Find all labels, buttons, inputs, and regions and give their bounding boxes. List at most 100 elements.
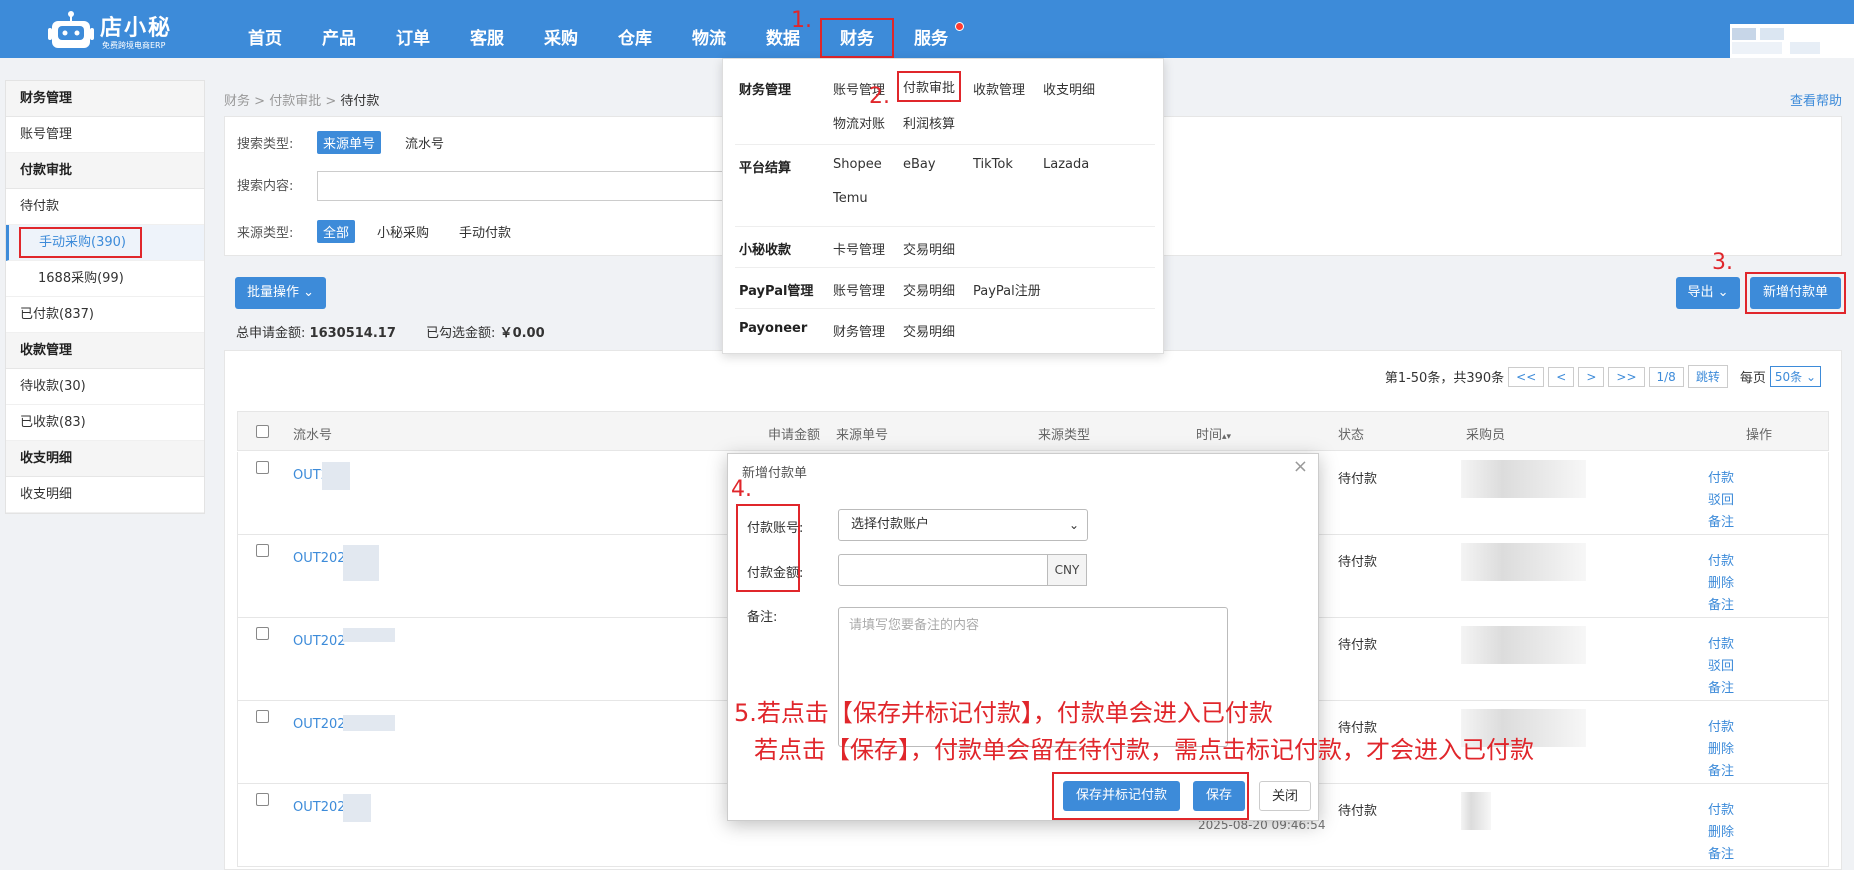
dd-link-profit[interactable]: 利润核算 xyxy=(903,113,955,132)
row-serial[interactable]: OUT202 xyxy=(293,634,346,649)
reject-link[interactable]: 驳回 xyxy=(1708,656,1734,678)
row-serial[interactable]: OUT202 xyxy=(293,800,346,815)
annotation-step1: 1. xyxy=(791,8,812,33)
user-account-area[interactable] xyxy=(1730,24,1854,58)
close-button[interactable]: 关闭 xyxy=(1259,781,1311,811)
sidebar-item-paid[interactable]: 已付款(837) xyxy=(6,297,204,333)
dd-link-tiktok[interactable]: TikTok xyxy=(973,157,1013,172)
sidebar-item-manual-purchase[interactable]: 手动采购(390) xyxy=(6,225,204,261)
new-payment-button[interactable]: 新增付款单 xyxy=(1750,277,1841,309)
nav-home[interactable]: 首页 xyxy=(228,0,302,58)
breadcrumb-approval[interactable]: 付款审批 xyxy=(269,94,321,109)
nav-customer-service[interactable]: 客服 xyxy=(450,0,524,58)
nav-products[interactable]: 产品 xyxy=(302,0,376,58)
sidebar-item-manual-purchase-label: 手动采购(390) xyxy=(19,227,142,258)
pay-link[interactable]: 付款 xyxy=(1708,468,1734,490)
sidebar-item-to-receive[interactable]: 待收款(30) xyxy=(6,369,204,405)
dd-link-logistics-recon[interactable]: 物流对账 xyxy=(833,113,885,132)
dd-link-detail[interactable]: 收支明细 xyxy=(1043,79,1095,98)
nav-warehouse[interactable]: 仓库 xyxy=(598,0,672,58)
save-button[interactable]: 保存 xyxy=(1193,781,1245,811)
th-source-no: 来源单号 xyxy=(836,428,889,443)
row-checkbox[interactable] xyxy=(256,710,269,723)
help-link[interactable]: 查看帮助 xyxy=(1790,90,1842,109)
search-input[interactable] xyxy=(317,171,737,201)
delete-link[interactable]: 删除 xyxy=(1708,739,1734,761)
dd-group-platform: 平台结算 Shopee eBay TikTok Lazada Temu xyxy=(735,145,1155,227)
pay-link[interactable]: 付款 xyxy=(1708,634,1734,656)
pager-last[interactable]: >> xyxy=(1608,366,1645,387)
export-button[interactable]: 导出 ⌄ xyxy=(1676,277,1740,309)
dd-link-paypal-transactions[interactable]: 交易明细 xyxy=(903,280,955,299)
batch-operation-label: 批量操作 xyxy=(246,285,299,300)
dd-link-payoneer-finance[interactable]: 财务管理 xyxy=(833,321,885,340)
row-checkbox[interactable] xyxy=(256,544,269,557)
amount-input[interactable] xyxy=(838,554,1048,586)
row-checkbox[interactable] xyxy=(256,461,269,474)
dd-link-paypal-register[interactable]: PayPal注册 xyxy=(973,280,1041,299)
close-icon[interactable]: × xyxy=(1293,456,1308,477)
save-and-mark-button[interactable]: 保存并标记付款 xyxy=(1063,781,1180,811)
source-type-all[interactable]: 全部 xyxy=(317,220,356,243)
breadcrumb-sep: > xyxy=(325,94,337,109)
note-link[interactable]: 备注 xyxy=(1708,844,1734,866)
sidebar-item-account[interactable]: 账号管理 xyxy=(6,117,204,153)
sidebar-item-received[interactable]: 已收款(83) xyxy=(6,405,204,441)
per-page-select[interactable]: 50条 ⌄ xyxy=(1769,366,1821,387)
row-checkbox[interactable] xyxy=(256,793,269,806)
dd-link-ebay[interactable]: eBay xyxy=(903,157,936,172)
account-select[interactable]: 选择付款账户 ⌄ xyxy=(838,509,1088,541)
nav-purchase[interactable]: 采购 xyxy=(524,0,598,58)
pay-link[interactable]: 付款 xyxy=(1708,800,1734,822)
dd-link-card[interactable]: 卡号管理 xyxy=(833,239,885,258)
sidebar-item-1688-purchase[interactable]: 1688采购(99) xyxy=(6,261,204,297)
search-type-serial[interactable]: 流水号 xyxy=(405,133,444,152)
note-link[interactable]: 备注 xyxy=(1708,512,1734,534)
annotation-step5a: 5.若点击【保存并标记付款】，付款单会进入已付款 xyxy=(734,699,1273,727)
chevron-down-icon: ⌄ xyxy=(1068,518,1079,532)
nav-service[interactable]: 服务 xyxy=(894,0,968,58)
delete-link[interactable]: 删除 xyxy=(1708,822,1734,844)
pager-jump[interactable]: 跳转 xyxy=(1687,365,1728,388)
source-type-manual[interactable]: 手动付款 xyxy=(459,222,511,241)
select-all-checkbox[interactable] xyxy=(256,425,269,438)
pager-next[interactable]: > xyxy=(1578,366,1605,387)
nav-logistics[interactable]: 物流 xyxy=(672,0,746,58)
dd-link-paypal-account[interactable]: 账号管理 xyxy=(833,280,885,299)
search-type-source-no[interactable]: 来源单号 xyxy=(317,131,382,154)
amount-label: 付款金额: xyxy=(747,566,804,581)
reject-link[interactable]: 驳回 xyxy=(1708,490,1734,512)
pager-prev[interactable]: < xyxy=(1548,366,1575,387)
batch-operation-button[interactable]: 批量操作 ⌄ xyxy=(235,277,326,309)
pay-link[interactable]: 付款 xyxy=(1708,717,1734,739)
note-link[interactable]: 备注 xyxy=(1708,761,1734,783)
row-checkbox[interactable] xyxy=(256,627,269,640)
th-time[interactable]: 时间▴▾ xyxy=(1196,424,1231,443)
row-ops: 付款 删除 备注 xyxy=(1708,800,1734,866)
row-serial[interactable]: OUT202 xyxy=(293,717,346,732)
dd-link-receipt[interactable]: 收款管理 xyxy=(973,79,1025,98)
per-page-label: 每页 xyxy=(1739,371,1766,386)
row-ops: 付款 驳回 备注 xyxy=(1708,634,1734,700)
source-type-xiaomi[interactable]: 小秘采购 xyxy=(377,222,429,241)
pager-first[interactable]: << xyxy=(1508,366,1545,387)
breadcrumb-finance[interactable]: 财务 xyxy=(224,94,250,109)
sidebar-item-detail[interactable]: 收支明细 xyxy=(6,477,204,513)
dd-link-payoneer-transactions[interactable]: 交易明细 xyxy=(903,321,955,340)
nav-finance[interactable]: 财务 xyxy=(820,18,894,58)
dd-link-transactions[interactable]: 交易明细 xyxy=(903,239,955,258)
dd-title: PayPal管理 xyxy=(739,284,814,299)
logo-name: 店小秘 xyxy=(100,16,173,41)
dd-link-shopee[interactable]: Shopee xyxy=(833,157,882,172)
delete-link[interactable]: 删除 xyxy=(1708,573,1734,595)
row-serial[interactable]: OUT202 xyxy=(293,551,346,566)
logo[interactable]: 店小秘 免费跨境电商ERP xyxy=(48,6,198,52)
note-link[interactable]: 备注 xyxy=(1708,595,1734,617)
dd-link-payment-approval[interactable]: 付款审批 xyxy=(897,71,962,102)
dd-link-temu[interactable]: Temu xyxy=(833,191,868,206)
nav-orders[interactable]: 订单 xyxy=(376,0,450,58)
pay-link[interactable]: 付款 xyxy=(1708,551,1734,573)
sidebar-item-pending[interactable]: 待付款 xyxy=(6,189,204,225)
dd-link-lazada[interactable]: Lazada xyxy=(1043,157,1089,172)
note-link[interactable]: 备注 xyxy=(1708,678,1734,700)
